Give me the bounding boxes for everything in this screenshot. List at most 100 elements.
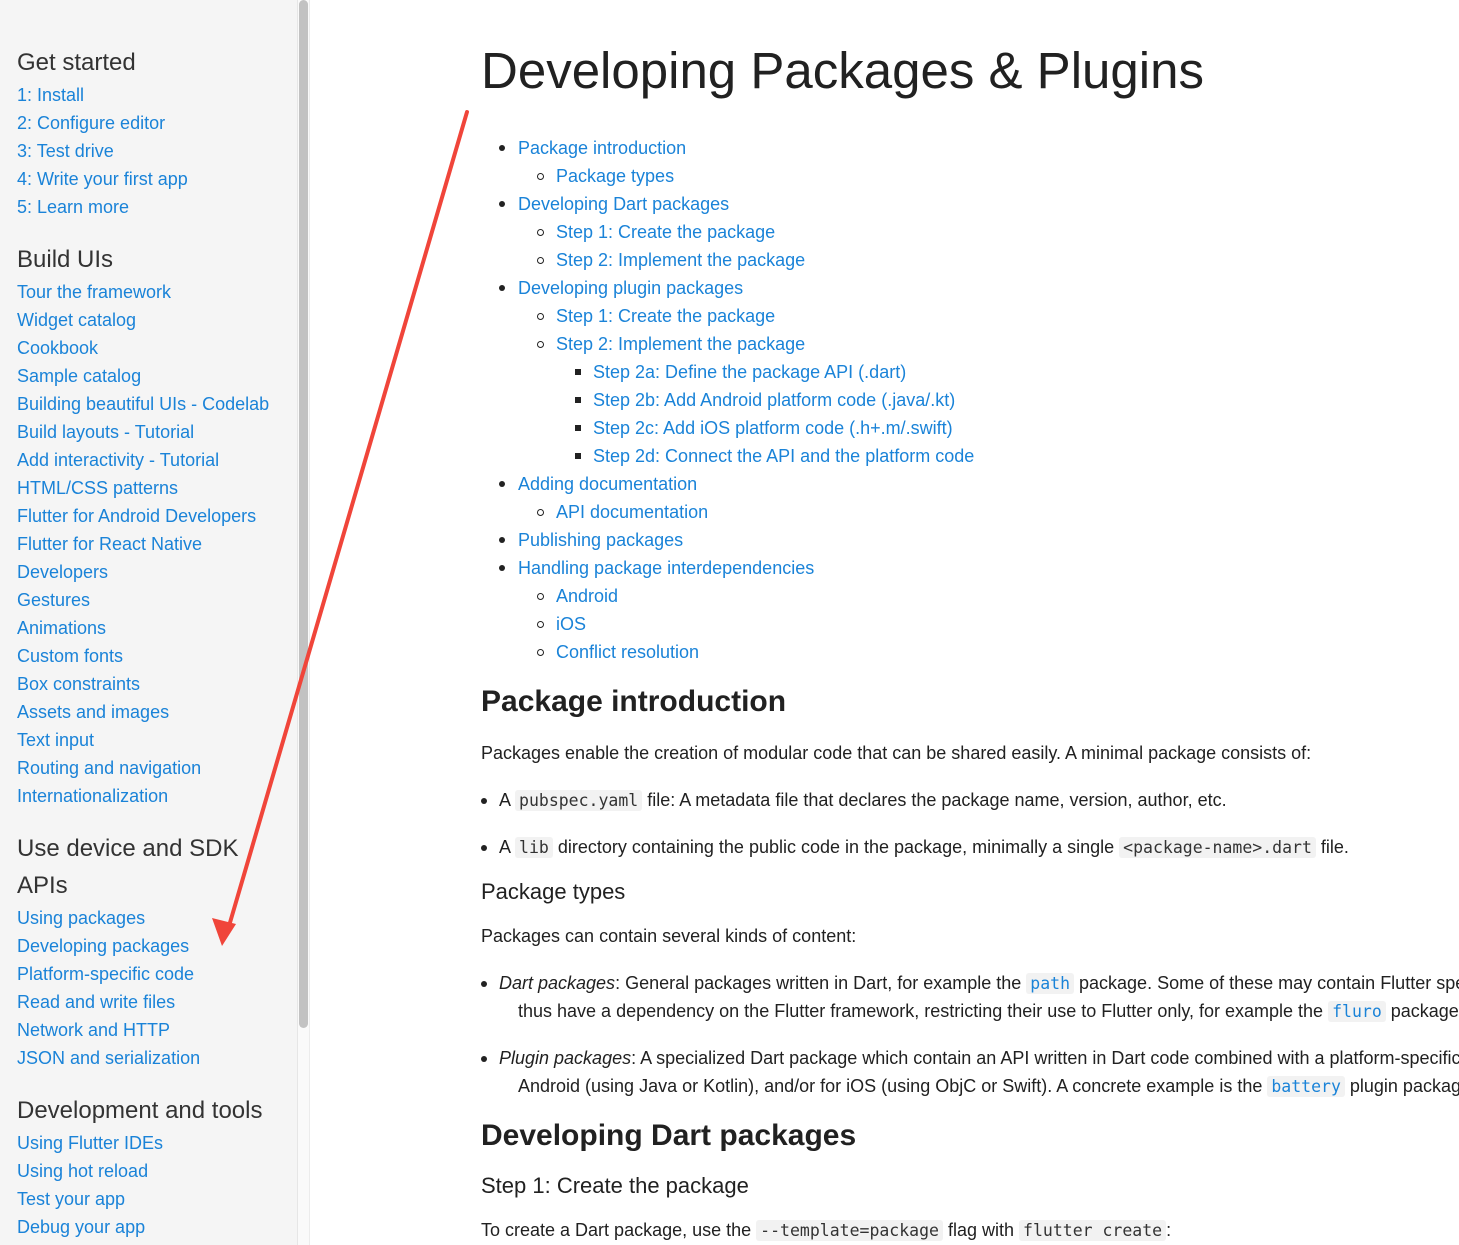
toc-link[interactable]: Android xyxy=(556,582,618,610)
sidebar-scrollbar-thumb[interactable] xyxy=(299,0,308,1028)
text: : A specialized Dart package which conta… xyxy=(631,1048,1459,1068)
list-item: A lib directory containing the public co… xyxy=(481,833,1349,862)
list-item-continuation: Android (using Java or Kotlin), and/or f… xyxy=(518,1072,1459,1101)
toc-bullet xyxy=(499,201,505,207)
nav-section-dev-tools: Development and tools Using Flutter IDEs… xyxy=(17,1092,262,1241)
text: file: A metadata file that declares the … xyxy=(642,790,1227,810)
nav-heading-line: Use device and SDK xyxy=(17,835,239,862)
nav-section-device-apis: Use device and SDK APIs Using packages D… xyxy=(17,830,238,1072)
sidebar: Get started 1: Install 2: Configure edit… xyxy=(0,0,297,1245)
text: package. xyxy=(1385,1001,1459,1021)
sidebar-item-gestures[interactable]: Gestures xyxy=(17,586,269,614)
section-heading-developing-dart-packages: Developing Dart packages xyxy=(481,1119,857,1152)
inline-code: <package-name>.dart xyxy=(1119,837,1316,858)
toc-link[interactable]: iOS xyxy=(556,610,586,638)
sidebar-item-read-write-files[interactable]: Read and write files xyxy=(17,988,238,1016)
fluro-package-link[interactable]: fluro xyxy=(1328,1001,1386,1022)
nav-heading: Use device and SDK APIs xyxy=(17,830,238,904)
toc-bullet xyxy=(537,229,544,236)
emphasis-text: Dart packages xyxy=(499,973,616,993)
toc-link[interactable]: API documentation xyxy=(556,498,708,526)
sidebar-item-add-interactivity[interactable]: Add interactivity - Tutorial xyxy=(17,446,269,474)
sidebar-item-custom-fonts[interactable]: Custom fonts xyxy=(17,642,269,670)
text: plugin package. xyxy=(1349,1076,1459,1096)
nav-heading: Get started xyxy=(17,49,136,76)
toc-link[interactable]: Publishing packages xyxy=(518,526,683,554)
sidebar-item-test-app[interactable]: Test your app xyxy=(17,1185,262,1213)
sidebar-item-assets-images[interactable]: Assets and images xyxy=(17,698,269,726)
sidebar-item-platform-code[interactable]: Platform-specific code xyxy=(17,960,238,988)
toc-bullet xyxy=(537,593,544,600)
sidebar-item-install[interactable]: 1: Install xyxy=(17,81,188,109)
toc-bullet xyxy=(537,509,544,516)
nav-heading: Build UIs xyxy=(17,246,114,273)
intro-paragraph: Packages enable the creation of modular … xyxy=(481,743,1312,763)
subsection-heading-package-types: Package types xyxy=(481,879,626,904)
text: A xyxy=(499,790,516,810)
toc-bullet xyxy=(537,649,544,656)
toc-link[interactable]: Step 1: Create the package xyxy=(556,218,775,246)
toc-bullet xyxy=(537,621,544,628)
toc-bullet xyxy=(575,369,581,375)
toc-link[interactable]: Step 2: Implement the package xyxy=(556,330,805,358)
toc-link[interactable]: Step 1: Create the package xyxy=(556,302,775,330)
list-item: Plugin packages: A specialized Dart pack… xyxy=(481,1044,1459,1072)
inline-code: lib xyxy=(515,837,553,858)
list-item-continuation: thus have a dependency on the Flutter fr… xyxy=(518,997,1459,1026)
text: To create a Dart package, use the xyxy=(481,1220,757,1240)
sidebar-item-box-constraints[interactable]: Box constraints xyxy=(17,670,269,698)
inline-code: --template=package xyxy=(756,1220,943,1241)
sidebar-item-cookbook[interactable]: Cookbook xyxy=(17,334,269,362)
list-item: A pubspec.yaml file: A metadata file tha… xyxy=(481,786,1227,815)
toc-link[interactable]: Adding documentation xyxy=(518,470,697,498)
sidebar-item-configure-editor[interactable]: 2: Configure editor xyxy=(17,109,188,137)
toc-link[interactable]: Step 2: Implement the package xyxy=(556,246,805,274)
sidebar-item-network-http[interactable]: Network and HTTP xyxy=(17,1016,238,1044)
inline-code: flutter create xyxy=(1019,1220,1167,1241)
toc-link[interactable]: Package types xyxy=(556,162,674,190)
toc-link[interactable]: Step 2c: Add iOS platform code (.h+.m/.s… xyxy=(593,414,953,442)
toc-link[interactable]: Step 2b: Add Android platform code (.jav… xyxy=(593,386,955,414)
battery-package-link[interactable]: battery xyxy=(1267,1076,1345,1097)
sidebar-item-json[interactable]: JSON and serialization xyxy=(17,1044,238,1072)
sidebar-item-tour-framework[interactable]: Tour the framework xyxy=(17,278,269,306)
nav-section-build-uis: Build UIs Tour the framework Widget cata… xyxy=(17,241,269,810)
sidebar-item-build-layouts[interactable]: Build layouts - Tutorial xyxy=(17,418,269,446)
sidebar-item-test-drive[interactable]: 3: Test drive xyxy=(17,137,188,165)
sidebar-item-codelab[interactable]: Building beautiful UIs - Codelab xyxy=(17,390,269,418)
sidebar-item-text-input[interactable]: Text input xyxy=(17,726,269,754)
sidebar-item-flutter-ides[interactable]: Using Flutter IDEs xyxy=(17,1129,262,1157)
toc-link[interactable]: Step 2a: Define the package API (.dart) xyxy=(593,358,906,386)
sidebar-item-using-packages[interactable]: Using packages xyxy=(17,904,238,932)
sidebar-item-html-css-patterns[interactable]: HTML/CSS patterns xyxy=(17,474,269,502)
toc-link[interactable]: Conflict resolution xyxy=(556,638,699,666)
path-package-link[interactable]: path xyxy=(1026,973,1075,994)
sidebar-item-react-native[interactable]: Flutter for React Native xyxy=(17,530,269,558)
sidebar-item-react-native-devs[interactable]: Developers xyxy=(17,558,269,586)
toc-link[interactable]: Handling package interdependencies xyxy=(518,554,814,582)
sidebar-item-i18n[interactable]: Internationalization xyxy=(17,782,269,810)
sidebar-item-android-devs[interactable]: Flutter for Android Developers xyxy=(17,502,269,530)
sidebar-item-write-first-app[interactable]: 4: Write your first app xyxy=(17,165,188,193)
sidebar-item-routing[interactable]: Routing and navigation xyxy=(17,754,269,782)
toc-bullet xyxy=(499,285,505,291)
sidebar-item-developing-packages[interactable]: Developing packages xyxy=(17,932,238,960)
text: directory containing the public code in … xyxy=(552,837,1120,857)
toc-bullet xyxy=(575,397,581,403)
sidebar-item-animations[interactable]: Animations xyxy=(17,614,269,642)
sidebar-item-debug-app[interactable]: Debug your app xyxy=(17,1213,262,1241)
toc-bullet xyxy=(537,173,544,180)
toc-bullet xyxy=(575,453,581,459)
text: package. Some of these may contain Flutt… xyxy=(1079,973,1459,993)
section-heading-package-introduction: Package introduction xyxy=(481,685,787,718)
types-paragraph: Packages can contain several kinds of co… xyxy=(481,926,857,946)
toc-link[interactable]: Step 2d: Connect the API and the platfor… xyxy=(593,442,974,470)
toc-link[interactable]: Developing plugin packages xyxy=(518,274,743,302)
toc-link[interactable]: Package introduction xyxy=(518,134,686,162)
sidebar-item-widget-catalog[interactable]: Widget catalog xyxy=(17,306,269,334)
sidebar-item-sample-catalog[interactable]: Sample catalog xyxy=(17,362,269,390)
toc-link[interactable]: Developing Dart packages xyxy=(518,190,729,218)
sidebar-item-hot-reload[interactable]: Using hot reload xyxy=(17,1157,262,1185)
sidebar-item-learn-more[interactable]: 5: Learn more xyxy=(17,193,188,221)
text: : xyxy=(1166,1220,1172,1240)
